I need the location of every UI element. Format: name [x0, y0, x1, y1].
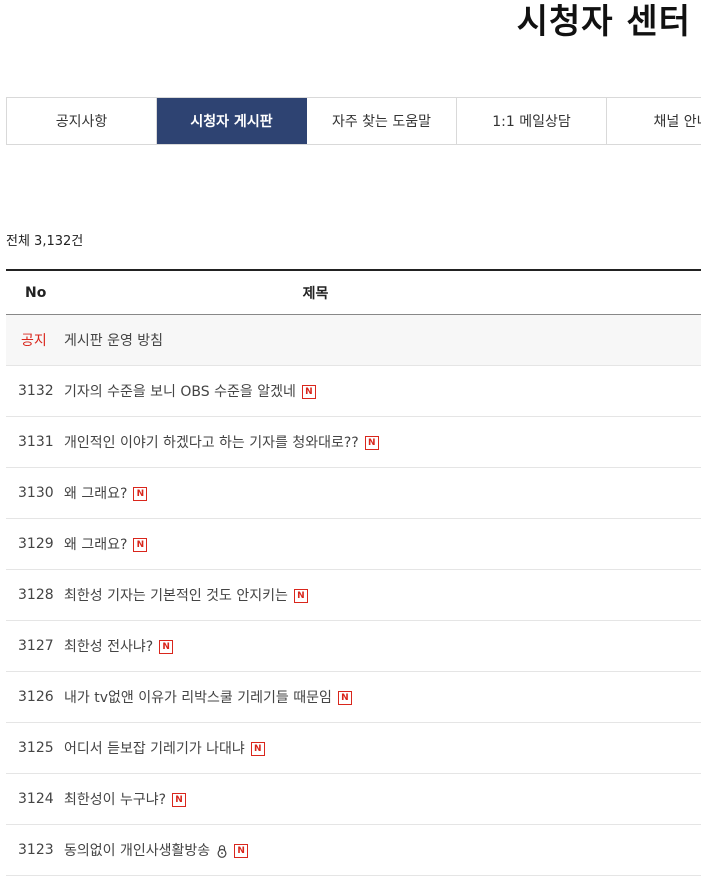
new-badge: N — [364, 436, 379, 450]
table-row[interactable]: 3126 내가 tv없앤 이유가 리박스쿨 기레기들 때문임 N — [6, 672, 701, 723]
tab-notices[interactable]: 공지사항 — [7, 98, 157, 144]
post-title-link[interactable]: 왜 그래요? N — [64, 483, 148, 503]
post-title-link[interactable]: 어디서 듣보잡 기레기가 나대냐 N — [64, 738, 265, 758]
new-badge: N — [133, 487, 148, 501]
table-row[interactable]: 3125 어디서 듣보잡 기레기가 나대냐 N — [6, 723, 701, 774]
post-title-link[interactable]: 왜 그래요? N — [64, 534, 148, 554]
post-title-text: 왜 그래요? — [64, 486, 128, 502]
post-number: 3125 — [18, 740, 54, 756]
table-row[interactable]: 3129 왜 그래요? N — [6, 519, 701, 570]
table-row[interactable]: 3130 왜 그래요? N — [6, 468, 701, 519]
lock-icon — [217, 845, 227, 858]
table-row[interactable]: 3131 개인적인 이야기 하겠다고 하는 기자를 청와대로?? N — [6, 417, 701, 468]
tab-bar: 공지사항 시청자 게시판 자주 찾는 도움말 1:1 메일상담 채널 안내 — [6, 97, 701, 145]
board-table: No 제목 공지 게시판 운영 방침 3132 기자의 수준을 보니 OBS 수준… — [6, 269, 701, 876]
post-number: 3128 — [18, 587, 54, 603]
post-number: 3126 — [18, 689, 54, 705]
column-header-no: No — [25, 284, 47, 301]
post-title-text: 내가 tv없앤 이유가 리박스쿨 기레기들 때문임 — [64, 690, 332, 706]
post-title-link[interactable]: 개인적인 이야기 하겠다고 하는 기자를 청와대로?? N — [64, 432, 379, 452]
total-count: 전체 3,132건 — [6, 234, 84, 249]
tab-mail-inquiry[interactable]: 1:1 메일상담 — [457, 98, 607, 144]
post-title-text: 기자의 수준을 보니 OBS 수준을 알겠네 — [64, 384, 296, 400]
new-badge: N — [159, 640, 174, 654]
post-number: 3123 — [18, 842, 54, 858]
new-badge: N — [172, 793, 187, 807]
post-number: 3131 — [18, 434, 54, 450]
notice-row[interactable]: 공지 게시판 운영 방침 — [6, 315, 701, 366]
column-header-title: 제목 — [302, 285, 329, 302]
post-number: 3129 — [18, 536, 54, 552]
post-title-text: 최한성 기자는 기본적인 것도 안지키는 — [64, 588, 288, 604]
post-title-link[interactable]: 동의없이 개인사생활방송 N — [64, 840, 249, 860]
post-title-link[interactable]: 최한성 기자는 기본적인 것도 안지키는 N — [64, 585, 308, 605]
table-row[interactable]: 3123 동의없이 개인사생활방송 N — [6, 825, 701, 876]
table-row[interactable]: 3128 최한성 기자는 기본적인 것도 안지키는 N — [6, 570, 701, 621]
new-badge: N — [301, 385, 316, 399]
post-number: 3132 — [18, 383, 54, 399]
new-badge: N — [293, 589, 308, 603]
new-badge: N — [337, 691, 352, 705]
post-title-text: 최한성이 누구냐? — [64, 792, 167, 808]
post-title-text: 어디서 듣보잡 기레기가 나대냐 — [64, 741, 245, 757]
post-title-link[interactable]: 최한성 전사냐? N — [64, 636, 174, 656]
new-badge: N — [133, 538, 148, 552]
table-row[interactable]: 3132 기자의 수준을 보니 OBS 수준을 알겠네 N — [6, 366, 701, 417]
post-title-text: 동의없이 개인사생활방송 — [64, 843, 211, 859]
tab-viewer-board[interactable]: 시청자 게시판 — [157, 98, 307, 144]
post-number: 3124 — [18, 791, 54, 807]
page-title: 시청자 센터 — [516, 2, 691, 42]
new-badge: N — [234, 844, 249, 858]
post-number: 3130 — [18, 485, 54, 501]
table-row[interactable]: 3124 최한성이 누구냐? N — [6, 774, 701, 825]
post-list: 3132 기자의 수준을 보니 OBS 수준을 알겠네 N 3131 개인적인 이야기 … — [6, 366, 701, 876]
notice-title[interactable]: 게시판 운영 방침 — [64, 330, 163, 350]
tab-channel-info[interactable]: 채널 안내 — [607, 98, 701, 144]
page: 시청자 센터 공지사항 시청자 게시판 자주 찾는 도움말 1:1 메일상담 채… — [0, 0, 701, 878]
post-title-link[interactable]: 내가 tv없앤 이유가 리박스쿨 기레기들 때문임 N — [64, 687, 352, 707]
table-row[interactable]: 3127 최한성 전사냐? N — [6, 621, 701, 672]
post-number: 3127 — [18, 638, 54, 654]
post-title-link[interactable]: 기자의 수준을 보니 OBS 수준을 알겠네 N — [64, 381, 316, 401]
new-badge: N — [250, 742, 265, 756]
notice-label: 공지 — [21, 333, 47, 349]
table-header: No 제목 — [6, 269, 701, 315]
post-title-text: 최한성 전사냐? — [64, 639, 154, 655]
post-title-link[interactable]: 최한성이 누구냐? N — [64, 789, 187, 809]
post-title-text: 개인적인 이야기 하겠다고 하는 기자를 청와대로?? — [64, 435, 359, 451]
tab-faq[interactable]: 자주 찾는 도움말 — [307, 98, 457, 144]
post-title-text: 왜 그래요? — [64, 537, 128, 553]
